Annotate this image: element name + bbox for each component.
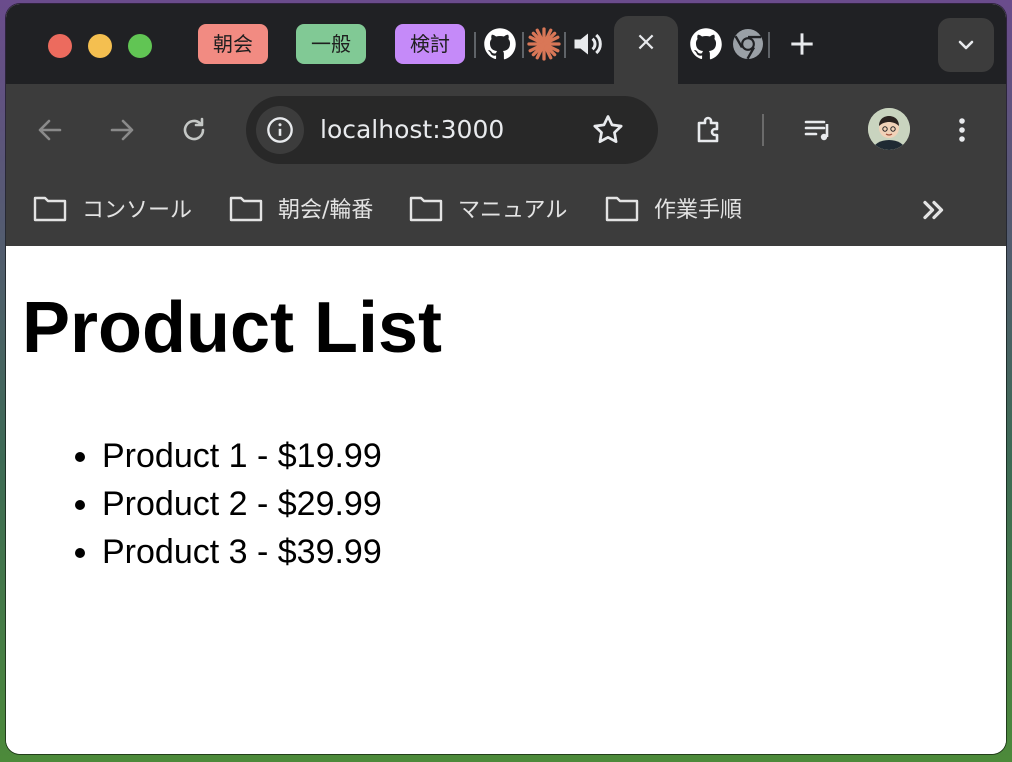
tab-group-kento[interactable]: 検討 [395, 24, 465, 64]
arrow-left-icon [38, 119, 62, 141]
reload-icon [183, 117, 205, 141]
bookmark-star-button[interactable] [590, 112, 626, 148]
bookmark-label: 朝会/輪番 [278, 198, 374, 223]
url-text[interactable]: localhost:3000 [320, 96, 504, 164]
profile-photo-icon [868, 108, 910, 150]
tab-separator [522, 32, 524, 58]
media-controls-button[interactable] [798, 110, 838, 150]
active-tab[interactable]: × [614, 16, 678, 88]
bookmark-label: コンソール [82, 198, 193, 223]
tab-close-button[interactable]: × [632, 28, 660, 56]
bookmark-folder-procedures[interactable]: 作業手順 [604, 188, 742, 228]
profile-avatar[interactable] [868, 108, 910, 150]
github-icon [484, 28, 516, 60]
chrome-icon [733, 29, 763, 60]
arrow-right-icon [110, 119, 134, 141]
bookmark-label: 作業手順 [654, 198, 743, 223]
fullscreen-window-button[interactable] [128, 34, 152, 58]
page-content: Product List Product 1 - $19.99 Product … [6, 246, 1006, 754]
playlist-music-icon [804, 120, 829, 141]
product-item: Product 3 - $39.99 [102, 528, 382, 576]
address-bar[interactable]: localhost:3000 [246, 96, 658, 164]
puzzle-icon [697, 116, 719, 143]
plus-icon [791, 33, 813, 55]
extensions-button[interactable] [690, 110, 730, 150]
bookmark-label: マニュアル [458, 198, 568, 223]
tab-separator [474, 32, 476, 58]
minimize-window-button[interactable] [88, 34, 112, 58]
double-chevron-right-icon [923, 200, 944, 220]
tab-group-chokai[interactable]: 朝会 [198, 24, 268, 64]
browser-window: 朝会 一般 検討 × localhost:3000 コンソール 朝会/輪番 マニ… [6, 4, 1006, 754]
tab-group-ippan[interactable]: 一般 [296, 24, 366, 64]
pinned-tab-github-2[interactable] [688, 26, 724, 62]
pinned-tab-audio[interactable] [570, 26, 606, 62]
product-item: Product 1 - $19.99 [102, 432, 382, 480]
bookmark-folder-chokai[interactable]: 朝会/輪番 [228, 188, 373, 228]
product-item: Product 2 - $29.99 [102, 480, 382, 528]
pinned-tab-claude[interactable] [526, 26, 562, 62]
page-title: Product List [22, 288, 443, 368]
tab-separator [564, 32, 566, 58]
close-window-button[interactable] [48, 34, 72, 58]
bookmark-folder-console[interactable]: コンソール [32, 188, 192, 228]
tab-search-button[interactable] [938, 18, 994, 72]
kebab-menu-icon [959, 118, 965, 142]
forward-button[interactable] [102, 110, 142, 150]
claude-spark-icon [527, 27, 561, 61]
folder-icon [33, 196, 67, 222]
folder-icon [605, 196, 639, 222]
folder-icon [409, 196, 443, 222]
back-button[interactable] [30, 110, 70, 150]
chevron-down-icon [958, 40, 974, 50]
folder-icon [229, 196, 263, 222]
pinned-tab-chrome[interactable] [730, 26, 766, 62]
toolbar-separator [762, 114, 764, 146]
tab-separator [768, 32, 770, 58]
bookmark-folder-manual[interactable]: マニュアル [408, 188, 567, 228]
pinned-tab-github[interactable] [482, 26, 518, 62]
site-info-button[interactable] [256, 106, 304, 154]
speaker-icon [574, 33, 602, 55]
tab-strip: 朝会 一般 検討 × [6, 4, 1006, 88]
github-icon [690, 28, 722, 60]
bookmarks-overflow-button[interactable] [916, 192, 952, 228]
info-icon [267, 117, 293, 143]
browser-menu-button[interactable] [942, 110, 982, 150]
star-icon [593, 115, 623, 144]
toolbar: localhost:3000 [6, 84, 1006, 174]
product-list: Product 1 - $19.99 Product 2 - $29.99 Pr… [6, 432, 382, 576]
new-tab-button[interactable] [786, 28, 818, 60]
bookmarks-bar: コンソール 朝会/輪番 マニュアル 作業手順 [6, 174, 1006, 246]
reload-button[interactable] [174, 110, 214, 150]
